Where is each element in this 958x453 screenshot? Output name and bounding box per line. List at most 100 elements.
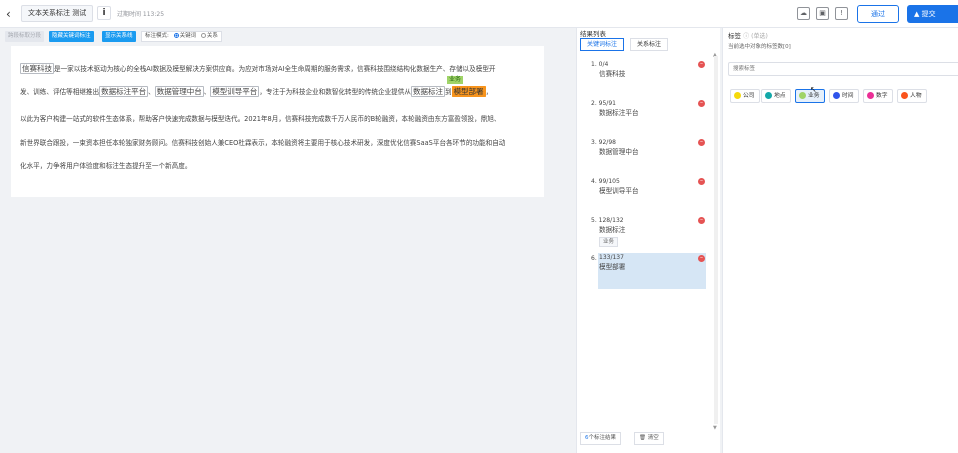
result-item[interactable]: 3. 92/98 数据管理中台 bbox=[591, 138, 708, 157]
text-segment: 发、训练、评估等相继推出 bbox=[20, 88, 100, 96]
result-position: 2. 95/91 bbox=[591, 99, 708, 108]
result-name: 数据标注平台 bbox=[599, 109, 639, 117]
results-title: 结果列表 bbox=[580, 30, 606, 38]
pass-button[interactable]: 通过 bbox=[857, 5, 899, 23]
entity-span[interactable]: 数据标注 bbox=[410, 86, 445, 97]
panel-hint: 当前选中对象的标签数[0] bbox=[728, 44, 791, 50]
text-line-2: 发、训练、评估等相继推出 数据标注平台、数据管理中台、模型训导平台 ，专注于为科技企… bbox=[20, 86, 492, 97]
result-range: 128/132 bbox=[598, 217, 624, 224]
result-number: 3. bbox=[591, 139, 597, 146]
mode-relation-radio[interactable] bbox=[200, 33, 206, 38]
text-segment: 、 bbox=[148, 88, 155, 96]
text-editor[interactable]: 信赛科技 是一家以技术驱动为核心的全栈AI数据及模型解决方案供应商。为应对市场对A… bbox=[11, 46, 544, 197]
label-chip-location[interactable]: 地点 bbox=[761, 89, 791, 103]
result-range: 92/98 bbox=[598, 139, 616, 146]
result-range: 133/137 bbox=[599, 254, 624, 261]
submit-icon: ▲ bbox=[914, 10, 922, 18]
draw-segment-button[interactable]: 跨段标取分段 bbox=[5, 31, 45, 42]
label-chip-text: 人物 bbox=[910, 93, 922, 99]
pass-button-label: 通过 bbox=[871, 10, 885, 18]
results-scrollbar[interactable] bbox=[714, 56, 718, 424]
tab-relation[interactable]: 关系标注 bbox=[630, 38, 669, 51]
clear-button[interactable]: 🗑 清空 bbox=[634, 432, 664, 445]
mouse-cursor-icon: ↖ bbox=[810, 85, 817, 94]
color-dot-icon bbox=[799, 91, 806, 99]
delete-icon[interactable]: – bbox=[698, 217, 705, 224]
delete-icon[interactable]: – bbox=[698, 100, 705, 107]
mode-selector: 标注模式: 关键词 关系 bbox=[141, 31, 222, 42]
label-chip-text: 地点 bbox=[774, 93, 786, 99]
text-segment: ， bbox=[485, 88, 493, 96]
results-panel: 结果列表 关键词标注 关系标注 ▲ ▼ 1. 0/4 信赛科技 – 2. 95/… bbox=[576, 28, 720, 453]
trash-icon: 🗑 bbox=[639, 435, 648, 441]
cloud-icon[interactable]: ☁ bbox=[797, 7, 810, 20]
result-name: 信赛科技 bbox=[599, 70, 626, 78]
result-number: 5. bbox=[591, 217, 597, 224]
info-button[interactable]: i bbox=[97, 6, 111, 20]
label-chip-text: 时间 bbox=[842, 93, 854, 99]
save-icon[interactable]: ▣ bbox=[816, 7, 829, 20]
result-name: 模型部署 bbox=[599, 263, 626, 271]
submit-button[interactable]: ▲ 提交 bbox=[907, 5, 958, 23]
result-relation-tag: 业务 bbox=[599, 237, 619, 247]
result-position: 3. 92/98 bbox=[591, 138, 708, 147]
color-dot-icon bbox=[734, 91, 741, 99]
result-item[interactable]: 2. 95/91 数据标注平台 bbox=[591, 99, 708, 118]
relation-label[interactable]: 业务 bbox=[447, 76, 464, 84]
label-search-input[interactable] bbox=[728, 62, 958, 76]
mode-keyword-radio[interactable] bbox=[173, 33, 179, 38]
result-range: 0/4 bbox=[598, 61, 609, 68]
label-chip-person[interactable]: 人物 bbox=[897, 89, 927, 103]
label-chip-company[interactable]: 公司 bbox=[730, 89, 760, 103]
result-item[interactable]: 5. 128/132 数据标注 业务 bbox=[591, 216, 708, 247]
label-chip-time[interactable]: 时间 bbox=[829, 89, 859, 103]
text-line-1: 信赛科技 是一家以技术驱动为核心的全栈AI数据及模型解决方案供应商。为应对市场对A… bbox=[20, 63, 496, 74]
hide-keyword-button[interactable]: 隐藏关键词标注 bbox=[49, 31, 94, 42]
entity-span[interactable]: 数据标注平台 bbox=[99, 86, 149, 97]
text-line-5: 化水平，力争将用户体验度和标注生态提升至一个新高度。 bbox=[20, 162, 192, 170]
result-name: 数据标注 bbox=[599, 226, 626, 234]
entity-span[interactable]: 信赛科技 bbox=[20, 63, 54, 74]
label-chip-text: 数字 bbox=[876, 93, 888, 99]
scroll-down-icon[interactable]: ▼ bbox=[713, 425, 717, 431]
mode-relation-label: 关系 bbox=[206, 33, 218, 39]
result-position: 4. 99/105 bbox=[591, 177, 708, 186]
result-item[interactable]: 4. 99/105 模型训导平台 bbox=[591, 177, 708, 196]
result-name: 模型训导平台 bbox=[599, 187, 639, 195]
result-count-label: 个标注结果 bbox=[588, 435, 617, 441]
text-line-3: 以此为客户构建一站式的软件生态体系，帮助客户快速完成数据与模型迭代。2021年8… bbox=[20, 115, 501, 123]
show-relation-button[interactable]: 显示关系线 bbox=[102, 31, 136, 42]
mode-keyword-label: 关键词 bbox=[179, 33, 197, 39]
submit-button-label: 提交 bbox=[921, 10, 936, 18]
back-arrow-icon[interactable]: ‹ bbox=[6, 7, 11, 21]
delete-icon[interactable]: – bbox=[698, 178, 705, 185]
result-position: 5. 128/132 bbox=[591, 216, 708, 225]
result-range: 99/105 bbox=[598, 178, 620, 185]
entity-span[interactable]: 数据管理中台 bbox=[154, 86, 204, 97]
color-dot-icon bbox=[833, 91, 840, 99]
delete-icon[interactable]: – bbox=[698, 61, 705, 68]
panel-title-text: 标签 bbox=[728, 32, 741, 40]
label-chip-number[interactable]: 数字 bbox=[863, 89, 893, 103]
delete-icon[interactable]: – bbox=[698, 139, 705, 146]
entity-span[interactable]: 模型训导平台 bbox=[210, 86, 260, 97]
color-dot-icon bbox=[901, 91, 908, 99]
message-icon[interactable]: ! bbox=[835, 7, 848, 20]
expire-time: 过期时间 113:25 bbox=[117, 11, 165, 18]
result-number: 2. bbox=[591, 100, 597, 107]
tab-keyword[interactable]: 关键词标注 bbox=[580, 38, 625, 51]
color-dot-icon bbox=[867, 91, 874, 99]
result-item-selected[interactable]: 133/137 模型部署 bbox=[598, 253, 706, 289]
entity-span-selected[interactable]: 模型部署 bbox=[451, 86, 486, 97]
help-icon[interactable]: ⓘ bbox=[743, 33, 749, 40]
color-dot-icon bbox=[765, 91, 772, 99]
mode-label: 标注模式: bbox=[145, 33, 169, 39]
result-range: 95/91 bbox=[598, 100, 616, 107]
top-bar: ‹ 文本关系标注 测试 i 过期时间 113:25 ☁ ▣ ! 通过 ▲ 提交 bbox=[0, 0, 958, 28]
result-count-button[interactable]: 6个标注结果 bbox=[580, 432, 622, 445]
result-position: 1. 0/4 bbox=[591, 60, 708, 69]
delete-icon[interactable]: – bbox=[698, 255, 705, 262]
result-number: 4. bbox=[591, 178, 597, 185]
text-segment: 是一家以技术驱动为核心的全栈AI数据及模型解决方案供应商。为应对市场对AI全生命… bbox=[54, 65, 496, 73]
result-item[interactable]: 1. 0/4 信赛科技 bbox=[591, 60, 708, 79]
